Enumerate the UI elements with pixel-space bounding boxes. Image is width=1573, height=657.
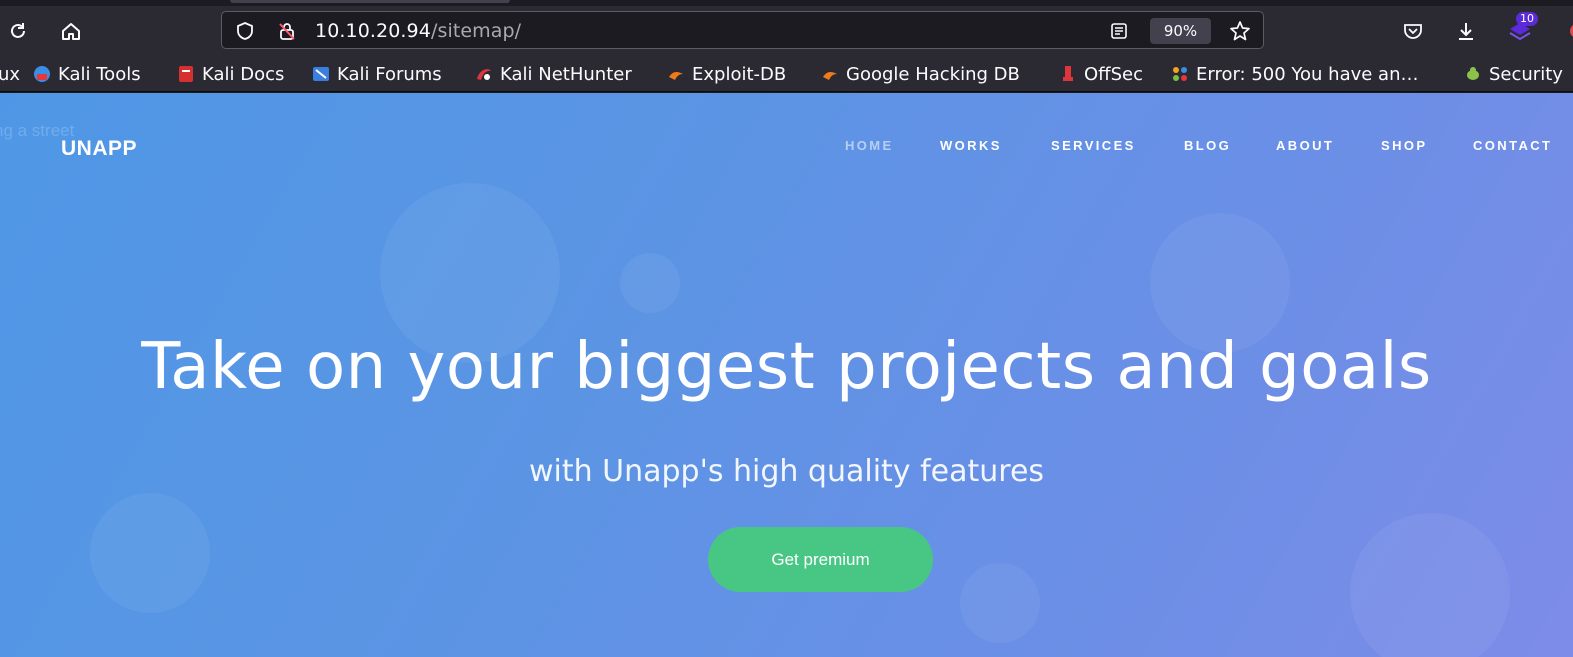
bookmark-label: Google Hacking DB <box>846 63 1020 85</box>
bookmark-label: Error: 500 You have an… <box>1196 63 1419 85</box>
reader-view-icon[interactable] <box>1108 20 1130 42</box>
bookmark-error-500[interactable]: Error: 500 You have an… <box>1171 62 1419 86</box>
extension-badge: 10 <box>1516 12 1538 26</box>
bookmark-label: ux <box>0 63 21 85</box>
url-bar[interactable]: 10.10.20.94/sitemap/ 90% <box>221 11 1264 49</box>
kali-forums-icon <box>312 65 330 83</box>
url-path: /sitemap/ <box>430 20 522 42</box>
bookmark-kali-nethunter[interactable]: Kali NetHunter <box>475 62 632 86</box>
url-text[interactable]: 10.10.20.94/sitemap/ <box>315 20 521 42</box>
kali-tools-icon <box>33 65 51 83</box>
download-icon[interactable] <box>1452 17 1480 45</box>
shield-icon[interactable] <box>234 20 256 42</box>
kali-nethunter-icon <box>475 65 493 83</box>
bokeh-decoration <box>960 563 1040 643</box>
bookmark-kali-docs[interactable]: Kali Docs <box>177 62 284 86</box>
bokeh-decoration <box>1350 513 1510 657</box>
bookmark-kali-tools[interactable]: Kali Tools <box>33 62 141 86</box>
ghdb-icon <box>821 65 839 83</box>
offsec-icon <box>1059 65 1077 83</box>
nav-blog[interactable]: BLOG <box>1184 138 1231 153</box>
bookmark-offsec[interactable]: OffSec <box>1059 62 1143 86</box>
active-tab-edge[interactable] <box>230 0 510 3</box>
nav-services[interactable]: SERVICES <box>1051 138 1136 153</box>
bookmarks-toolbar: ux Kali Tools Kali Docs Kali Forums Kali… <box>0 56 1573 92</box>
home-icon[interactable] <box>57 17 85 45</box>
reload-icon[interactable] <box>4 17 32 45</box>
kali-docs-icon <box>177 65 195 83</box>
nav-contact[interactable]: CONTACT <box>1473 138 1552 153</box>
site-logo[interactable]: UNAPP <box>61 137 137 161</box>
bookmark-label: Kali Forums <box>337 63 442 85</box>
exploit-db-icon <box>667 65 685 83</box>
nav-home[interactable]: HOME <box>845 138 894 153</box>
browser-toolbar: 10.10.20.94/sitemap/ 90% 10 <box>0 6 1573 56</box>
bokeh-decoration <box>90 493 210 613</box>
url-host: 10.10.20.94 <box>315 20 431 42</box>
nav-works[interactable]: WORKS <box>940 138 1002 153</box>
extension-cutoff-icon[interactable] <box>1558 17 1573 45</box>
bookmark-exploit-db[interactable]: Exploit-DB <box>667 62 786 86</box>
insecure-lock-icon[interactable] <box>276 20 298 42</box>
joomla-icon <box>1171 65 1189 83</box>
bookmark-label: Kali Docs <box>202 63 285 85</box>
bookmark-star-icon[interactable] <box>1229 20 1251 42</box>
bookmark-label: Exploit-DB <box>692 63 787 85</box>
bookmark-security[interactable]: Security <box>1464 62 1563 86</box>
zoom-level-button[interactable]: 90% <box>1150 18 1211 44</box>
hero-title: Take on your biggest projects and goals <box>141 330 1432 404</box>
bookmark-google-hacking-db[interactable]: Google Hacking DB <box>821 62 1020 86</box>
bokeh-decoration <box>620 253 680 313</box>
nav-about[interactable]: ABOUT <box>1276 138 1334 153</box>
security-bug-icon <box>1464 65 1482 83</box>
bookmark-label: Kali Tools <box>58 63 141 85</box>
get-premium-button[interactable]: Get premium <box>708 527 933 592</box>
pocket-icon[interactable] <box>1399 17 1427 45</box>
bookmark-label: OffSec <box>1084 63 1143 85</box>
bookmark-label: Security <box>1489 63 1563 85</box>
hero-subtitle: with Unapp's high quality features <box>528 454 1045 489</box>
nav-shop[interactable]: SHOP <box>1381 138 1427 153</box>
bookmark-kali-forums[interactable]: Kali Forums <box>312 62 442 86</box>
web-page: ng a street UNAPP HOME WORKS SERVICES BL… <box>0 93 1573 657</box>
bookmark-label: Kali NetHunter <box>500 63 632 85</box>
bookmark-item[interactable]: ux <box>0 62 20 86</box>
